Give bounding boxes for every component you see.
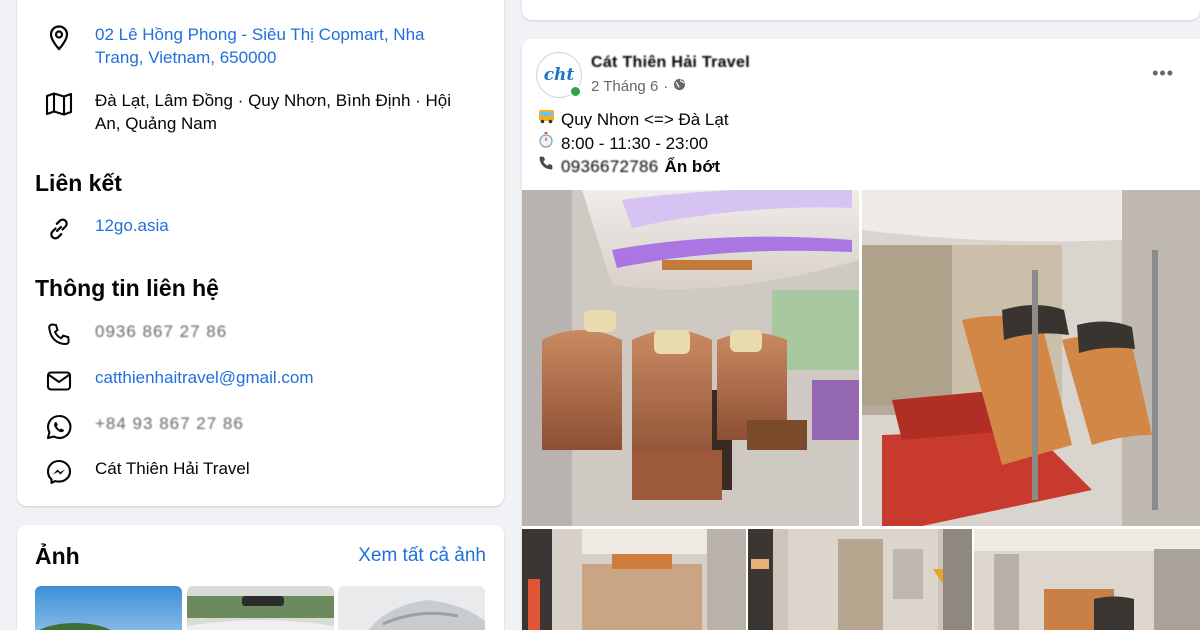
see-all-photos-link[interactable]: Xem tất cả ảnh — [358, 545, 486, 567]
email-row: catthienhaitravel@gmail.com — [44, 366, 314, 396]
photos-title: Ảnh — [35, 543, 80, 569]
service-area-text: Đà Lạt, Lâm Đồng · Quy Nhơn, Bình Định ·… — [95, 89, 451, 135]
whatsapp-icon — [44, 412, 74, 442]
post-photo-interior-3[interactable] — [522, 529, 746, 630]
link-icon — [44, 214, 74, 244]
whatsapp-number[interactable]: +84 93 867 27 86 — [95, 412, 244, 435]
telephone-icon — [537, 155, 555, 178]
post-card: cht Cát Thiên Hải Travel 2 Tháng 6 · •••… — [522, 39, 1200, 630]
post-photo-interior-2[interactable] — [862, 190, 1200, 526]
whatsapp-row: +84 93 867 27 86 — [44, 412, 244, 442]
photo-thumbnail[interactable] — [338, 586, 485, 630]
stopwatch-icon — [537, 131, 555, 155]
see-less-button[interactable]: Ẩn bớt — [665, 155, 721, 178]
intro-card: 02 Lê Hồng Phong - Siêu Thị Copmart, Nha… — [17, 0, 504, 506]
phone-row: 0936 867 27 86 — [44, 320, 227, 350]
service-area-line-1: Đà Lạt, Lâm Đồng · Quy Nhơn, Bình Định ·… — [95, 91, 452, 110]
post-photo-interior-5[interactable] — [974, 529, 1200, 630]
page-name[interactable]: Cát Thiên Hải Travel — [591, 54, 750, 72]
address-row: 02 Lê Hồng Phong - Siêu Thị Copmart, Nha… — [44, 23, 425, 69]
messenger-row: Cát Thiên Hải Travel — [44, 457, 250, 487]
phone-line: 0936672786 Ẩn bớt — [537, 155, 729, 178]
website-row: 12go.asia — [44, 214, 169, 244]
phone-icon — [44, 320, 74, 350]
meta-separator: · — [663, 78, 669, 95]
messenger-icon — [44, 457, 74, 487]
contact-title: Thông tin liên hệ — [35, 275, 219, 301]
previous-post-card — [522, 0, 1200, 20]
map-icon — [44, 89, 74, 119]
website-link[interactable]: 12go.asia — [95, 214, 169, 237]
address-line-2: Trang, Vietnam, 650000 — [95, 48, 277, 67]
online-status-dot — [569, 85, 582, 98]
page-logo-icon: cht — [543, 65, 575, 85]
post-meta: 2 Tháng 6 · — [591, 78, 686, 95]
photos-card: Ảnh Xem tất cả ảnh — [17, 525, 504, 630]
globe-icon — [673, 78, 686, 95]
more-options-button[interactable]: ••• — [1152, 63, 1174, 84]
route-text: Quy Nhơn <=> Đà Lạt — [561, 110, 729, 129]
service-area-line-2: An, Quảng Nam — [95, 114, 217, 133]
mail-icon — [44, 366, 74, 396]
post-photo-interior-4[interactable] — [748, 529, 972, 630]
address-link[interactable]: 02 Lê Hồng Phong - Siêu Thị Copmart, Nha… — [95, 23, 425, 69]
post-photo-interior-1[interactable] — [522, 190, 859, 526]
photo-thumbnail[interactable] — [187, 586, 334, 630]
links-title: Liên kết — [35, 170, 122, 196]
times-line: 8:00 - 11:30 - 23:00 — [537, 131, 729, 155]
service-area-row: Đà Lạt, Lâm Đồng · Quy Nhơn, Bình Định ·… — [44, 89, 451, 135]
post-phone[interactable]: 0936672786 — [561, 155, 659, 178]
phone-number[interactable]: 0936 867 27 86 — [95, 320, 227, 343]
address-line-1: 02 Lê Hồng Phong - Siêu Thị Copmart, Nha — [95, 25, 425, 44]
location-pin-icon — [44, 23, 74, 53]
times-text: 8:00 - 11:30 - 23:00 — [561, 133, 709, 153]
bus-icon — [537, 108, 555, 131]
messenger-name[interactable]: Cát Thiên Hải Travel — [95, 457, 250, 480]
route-line: Quy Nhơn <=> Đà Lạt — [537, 108, 729, 131]
post-date[interactable]: 2 Tháng 6 — [591, 78, 658, 95]
post-text: Quy Nhơn <=> Đà Lạt 8:00 - 11:30 - 23:00… — [537, 108, 729, 178]
photo-thumbnail[interactable] — [35, 586, 182, 630]
email-link[interactable]: catthienhaitravel@gmail.com — [95, 366, 314, 389]
